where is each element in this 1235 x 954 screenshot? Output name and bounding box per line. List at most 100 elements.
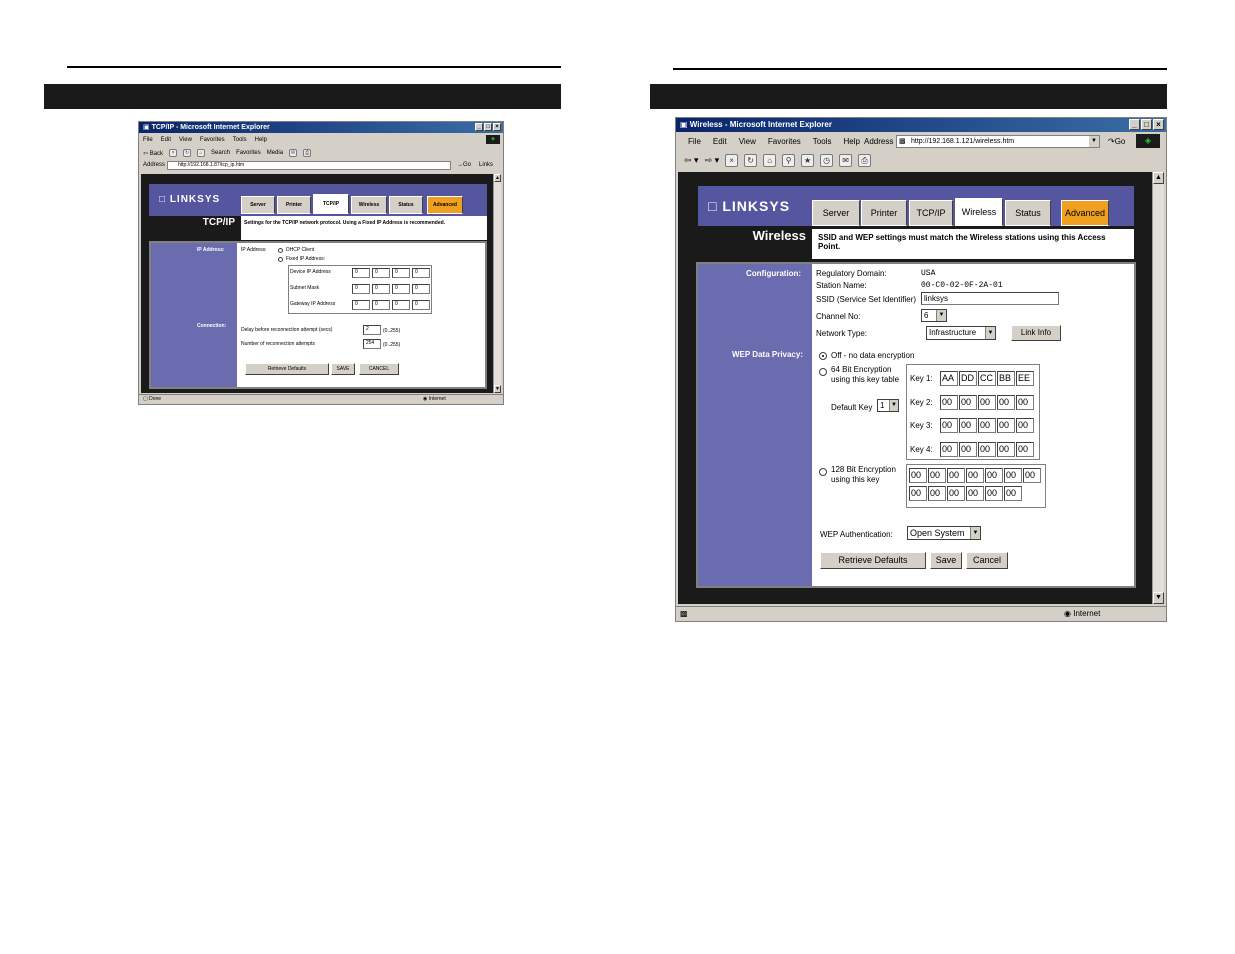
minimize-button[interactable]: _ [475,123,483,131]
back-button[interactable]: ⇦ Back [143,150,163,157]
key4-byte-3[interactable]: 00 [978,442,996,457]
menu-edit[interactable]: Edit [161,137,171,143]
wep-off-radio[interactable] [819,352,827,360]
forward-icon[interactable]: ⇨ ▾ [705,155,720,166]
attempts-input[interactable]: 254 [363,339,381,349]
ssid-input[interactable]: linksys [921,292,1059,305]
home-icon[interactable]: ⌂ [197,149,206,157]
key128-byte-2[interactable]: 00 [928,468,946,483]
print-icon[interactable]: ⎙ [858,153,872,167]
mail-icon[interactable]: ✉ [289,149,298,157]
key128-byte-9[interactable]: 00 [928,486,946,501]
save-button[interactable]: SAVE [331,363,355,375]
key3-byte-3[interactable]: 00 [978,418,996,433]
refresh-icon[interactable]: ↻ [744,153,758,167]
menu-view[interactable]: View [739,137,756,146]
gateway-octet-4[interactable]: 0 [412,300,430,310]
key128-byte-3[interactable]: 00 [947,468,965,483]
media-button[interactable]: Media [267,150,283,156]
channel-select[interactable]: 6 ▼ [921,309,947,322]
print-icon[interactable]: ⎙ [303,149,312,157]
key128-byte-12[interactable]: 00 [985,486,1003,501]
stop-icon[interactable]: × [169,149,178,157]
right-vertical-scrollbar[interactable]: ▲ ▼ [1152,172,1164,604]
key3-byte-1[interactable]: 00 [940,418,958,433]
right-title-bar[interactable]: ▣ Wireless - Microsoft Internet Explorer… [676,118,1166,132]
key128-byte-5[interactable]: 00 [985,468,1003,483]
history-icon[interactable]: ◷ [820,153,834,167]
tab-status[interactable]: Status [1005,200,1051,226]
wep-128bit-radio[interactable] [819,468,827,476]
search-icon[interactable]: ⚲ [782,153,796,167]
key2-byte-1[interactable]: 00 [940,395,958,410]
left-vertical-scrollbar[interactable]: ▲ ▼ [493,174,501,393]
go-button[interactable]: →Go [457,162,471,168]
tab-server[interactable]: Server [812,200,860,226]
menu-favorites[interactable]: Favorites [200,137,225,143]
key1-byte-4[interactable]: BB [997,371,1015,386]
default-key-select[interactable]: 1 ▼ [877,399,899,412]
menu-file[interactable]: File [143,137,153,143]
tab-tcpip[interactable]: TCP/IP [313,194,349,214]
key128-byte-10[interactable]: 00 [947,486,965,501]
gateway-octet-3[interactable]: 0 [392,300,410,310]
retrieve-defaults-button[interactable]: Retrieve Defaults [245,363,329,375]
wep-auth-select[interactable]: Open System ▼ [907,526,981,540]
cancel-button[interactable]: Cancel [966,552,1008,569]
home-icon[interactable]: ⌂ [763,153,777,167]
tab-status[interactable]: Status [389,196,423,214]
key128-byte-7[interactable]: 00 [1023,468,1041,483]
key3-byte-4[interactable]: 00 [997,418,1015,433]
address-dropdown-icon[interactable]: ▼ [1089,136,1099,147]
menu-tools[interactable]: Tools [813,137,832,146]
key2-byte-3[interactable]: 00 [978,395,996,410]
tab-printer[interactable]: Printer [861,200,907,226]
key128-byte-4[interactable]: 00 [966,468,984,483]
address-bar[interactable]: ▩ http://192.168.1.121/wireless.htm ▼ [896,135,1100,148]
menu-favorites[interactable]: Favorites [768,137,801,146]
tab-advanced[interactable]: Advanced [1061,200,1109,226]
scroll-down-icon[interactable]: ▼ [494,385,501,393]
device-ip-octet-3[interactable]: 0 [392,268,410,278]
cancel-button[interactable]: CANCEL [359,363,399,375]
key1-byte-2[interactable]: DD [959,371,977,386]
device-ip-octet-4[interactable]: 0 [412,268,430,278]
menu-tools[interactable]: Tools [233,137,247,143]
key1-byte-5[interactable]: EE [1016,371,1034,386]
address-bar[interactable]: http://192.168.1.87/tcp_ip.htm [167,161,451,170]
retrieve-defaults-button[interactable]: Retrieve Defaults [820,552,926,569]
key4-byte-1[interactable]: 00 [940,442,958,457]
save-button[interactable]: Save [930,552,962,569]
subnet-octet-3[interactable]: 0 [392,284,410,294]
menu-help[interactable]: Help [255,137,267,143]
key3-byte-5[interactable]: 00 [1016,418,1034,433]
close-button[interactable]: × [1153,119,1164,130]
tab-printer[interactable]: Printer [277,196,311,214]
tab-wireless[interactable]: Wireless [955,198,1003,226]
links-button[interactable]: Links [479,162,493,168]
tab-advanced[interactable]: Advanced [427,196,463,214]
minimize-button[interactable]: _ [1129,119,1140,130]
search-button[interactable]: Search [211,150,230,156]
maximize-button[interactable]: □ [1141,119,1152,130]
key2-byte-5[interactable]: 00 [1016,395,1034,410]
key4-byte-2[interactable]: 00 [959,442,977,457]
go-button[interactable]: ↷Go [1108,137,1125,146]
key1-byte-1[interactable]: AA [940,371,958,386]
menu-edit[interactable]: Edit [713,137,727,146]
refresh-icon[interactable]: ↻ [183,149,192,157]
maximize-button[interactable]: □ [484,123,492,131]
menu-help[interactable]: Help [843,137,859,146]
scroll-up-icon[interactable]: ▲ [1153,172,1164,184]
subnet-octet-4[interactable]: 0 [412,284,430,294]
key2-byte-2[interactable]: 00 [959,395,977,410]
key128-byte-1[interactable]: 00 [909,468,927,483]
key2-byte-4[interactable]: 00 [997,395,1015,410]
key4-byte-4[interactable]: 00 [997,442,1015,457]
wep-64bit-radio[interactable] [819,368,827,376]
key4-byte-5[interactable]: 00 [1016,442,1034,457]
link-info-button[interactable]: Link Info [1011,325,1061,341]
fixed-ip-radio[interactable] [278,257,283,262]
scroll-down-icon[interactable]: ▼ [1153,592,1164,604]
menu-view[interactable]: View [179,137,192,143]
